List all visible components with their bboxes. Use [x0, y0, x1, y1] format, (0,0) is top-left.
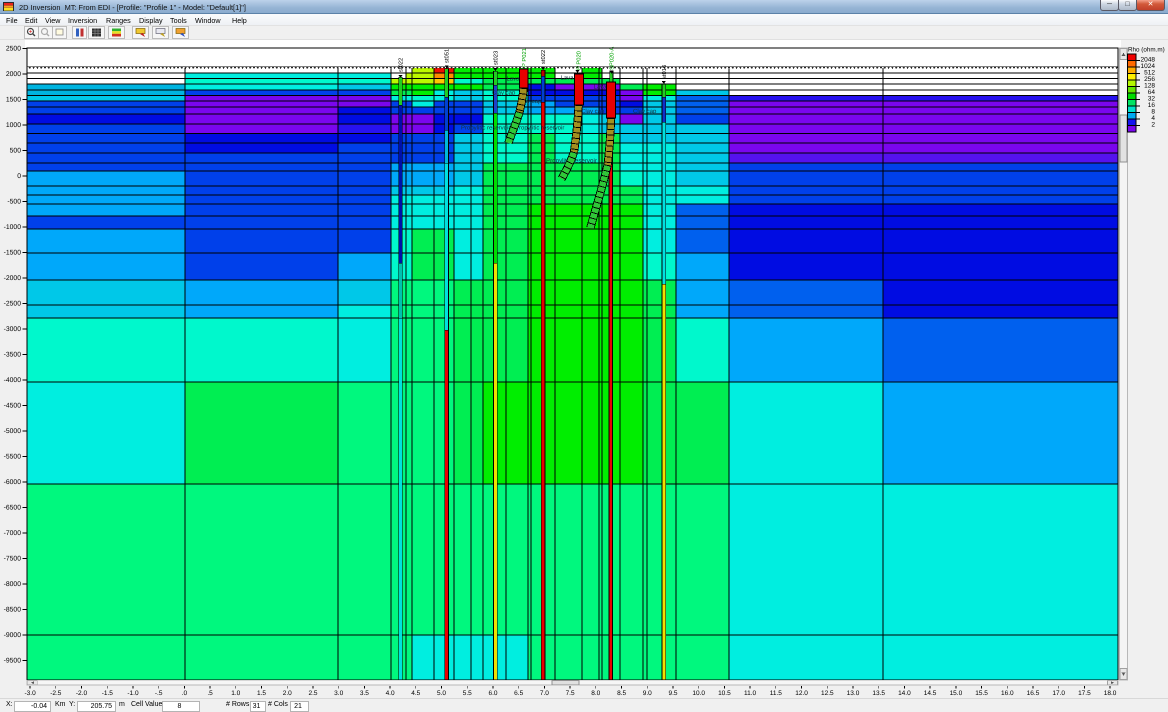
svg-text:8.5: 8.5	[617, 690, 626, 697]
svg-text:16.5: 16.5	[1027, 690, 1040, 697]
svg-text:st016: st016	[661, 65, 668, 79]
svg-text:Lava: Lava	[594, 84, 608, 91]
svg-text:9.0: 9.0	[643, 690, 652, 697]
svg-text:P P020: P P020	[576, 51, 583, 70]
svg-text:1.5: 1.5	[257, 690, 266, 697]
svg-text:-3.0: -3.0	[24, 690, 36, 697]
svg-text:12.5: 12.5	[821, 690, 834, 697]
svg-text:17.5: 17.5	[1078, 690, 1091, 697]
svg-text:-4000: -4000	[4, 377, 22, 384]
svg-text:-2.0: -2.0	[76, 690, 88, 697]
svg-text:-8500: -8500	[4, 607, 22, 614]
svg-text:14.5: 14.5	[924, 690, 937, 697]
svg-text:+: +	[29, 30, 33, 36]
svg-text:1000: 1000	[6, 122, 21, 129]
svg-text:3.5: 3.5	[360, 690, 369, 697]
svg-text:Propylitic reservoir: Propylitic reservoir	[461, 125, 510, 132]
svg-text:st022: st022	[398, 58, 405, 72]
svg-text:2500: 2500	[6, 46, 21, 53]
svg-text:500: 500	[10, 148, 22, 155]
svg-text:3.0: 3.0	[334, 690, 343, 697]
svg-text:8.0: 8.0	[591, 690, 600, 697]
svg-text:2000: 2000	[6, 71, 21, 78]
svg-text:-5500: -5500	[4, 454, 22, 461]
svg-text:5.5: 5.5	[463, 690, 472, 697]
svg-text:-9000: -9000	[4, 632, 22, 639]
svg-text:-5000: -5000	[4, 428, 22, 435]
svg-text:10.5: 10.5	[718, 690, 731, 697]
svg-text:11.5: 11.5	[770, 690, 783, 697]
svg-text:-8000: -8000	[4, 581, 22, 588]
svg-text:0: 0	[17, 173, 21, 180]
svg-text:st023: st023	[492, 51, 499, 65]
svg-text:12.0: 12.0	[795, 690, 808, 697]
svg-text:6.0: 6.0	[488, 690, 497, 697]
svg-text:6.5: 6.5	[514, 690, 523, 697]
svg-text:14.0: 14.0	[898, 690, 911, 697]
svg-text:st022: st022	[540, 50, 547, 64]
svg-text:9.5: 9.5	[668, 690, 677, 697]
svg-text:1500: 1500	[6, 97, 21, 104]
svg-text:Clay cap: Clay cap	[492, 90, 516, 97]
svg-text:17.0: 17.0	[1052, 690, 1065, 697]
svg-text:-1500: -1500	[4, 250, 22, 257]
svg-text:2: 2	[1151, 122, 1155, 129]
svg-text:P P021: P P021	[521, 48, 528, 67]
svg-text:2.5: 2.5	[308, 690, 317, 697]
svg-text:1.0: 1.0	[231, 690, 240, 697]
svg-text:10.0: 10.0	[692, 690, 705, 697]
svg-text:5.0: 5.0	[437, 690, 446, 697]
svg-text:-4500: -4500	[4, 403, 22, 410]
svg-text:-6000: -6000	[4, 479, 22, 486]
svg-text:Clay cap: Clay cap	[581, 108, 605, 115]
svg-text:.5: .5	[207, 690, 213, 697]
svg-text:-2.5: -2.5	[50, 690, 62, 697]
svg-text:Propylitic reservoir: Propylitic reservoir	[515, 125, 564, 132]
svg-text:13.0: 13.0	[847, 690, 860, 697]
svg-text:4.5: 4.5	[411, 690, 420, 697]
svg-text:Rho (ohm.m): Rho (ohm.m)	[1128, 47, 1165, 54]
svg-text:16.0: 16.0	[1001, 690, 1014, 697]
svg-text:Clay cap: Clay cap	[633, 108, 657, 115]
svg-text:18.0: 18.0	[1104, 690, 1117, 697]
svg-text:-3000: -3000	[4, 326, 22, 333]
svg-text:-.5: -.5	[155, 690, 163, 697]
svg-text:2.0: 2.0	[283, 690, 292, 697]
svg-text:-6500: -6500	[4, 505, 22, 512]
svg-text:13.5: 13.5	[872, 690, 885, 697]
svg-text:-2000: -2000	[4, 275, 22, 282]
svg-text:15.0: 15.0	[950, 690, 963, 697]
svg-text:-1.0: -1.0	[127, 690, 139, 697]
svg-text:-7500: -7500	[4, 556, 22, 563]
svg-text:SP020-A: SP020-A	[609, 47, 616, 70]
svg-text:-2500: -2500	[4, 301, 22, 308]
svg-text:Lava: Lava	[507, 76, 521, 83]
svg-text:-7000: -7000	[4, 530, 22, 537]
svg-text:.0: .0	[182, 690, 188, 697]
svg-text:Lava: Lava	[561, 75, 575, 82]
svg-text:-3500: -3500	[4, 352, 22, 359]
svg-text:4.0: 4.0	[386, 690, 395, 697]
svg-text:7.0: 7.0	[540, 690, 549, 697]
svg-text:7.5: 7.5	[566, 690, 575, 697]
svg-text:11.0: 11.0	[744, 690, 757, 697]
svg-text:-9500: -9500	[4, 658, 22, 665]
svg-text:-500: -500	[7, 199, 21, 206]
svg-text:-1.5: -1.5	[102, 690, 114, 697]
svg-text:st051: st051	[444, 49, 451, 63]
svg-text:15.5: 15.5	[975, 690, 988, 697]
svg-text:-1000: -1000	[4, 224, 22, 231]
